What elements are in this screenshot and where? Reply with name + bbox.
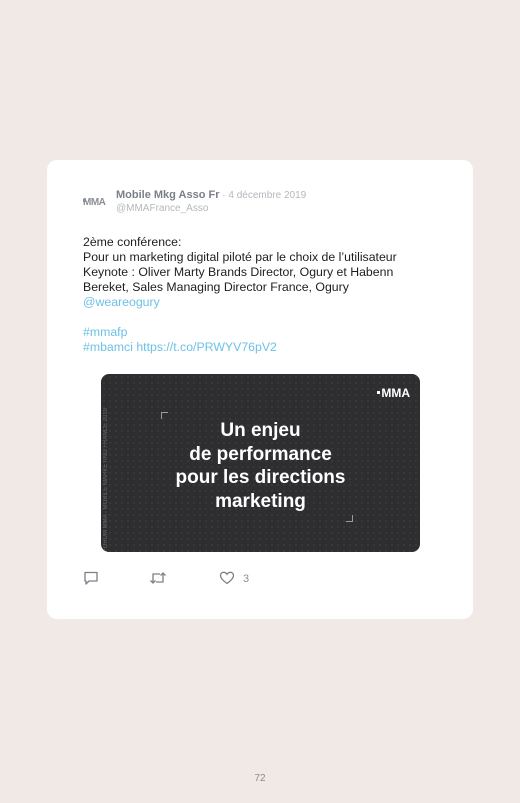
url-link[interactable]: https://t.co/PRWYV76pV2: [136, 340, 277, 354]
tweet-date[interactable]: · 4 décembre 2019: [220, 190, 306, 201]
heart-icon[interactable]: [219, 570, 235, 588]
tweet-header: MMA Mobile Mkg Asso Fr · 4 décembre 2019…: [83, 189, 443, 219]
headline-line: de performance: [189, 443, 332, 465]
tweet-actions: 3: [83, 570, 383, 590]
like-count: 3: [243, 573, 250, 585]
tweet-line: 2ème conférence:: [83, 235, 182, 249]
user-handle[interactable]: @MMAFrance_Asso: [116, 203, 208, 214]
tweet-line: Bereket, Sales Managing Director France,…: [83, 280, 349, 294]
headline-line: marketing: [215, 490, 306, 512]
headline-line: Un enjeu: [220, 420, 301, 441]
display-name[interactable]: Mobile Mkg Asso Fr: [116, 189, 220, 201]
mma-logo: MMA: [377, 386, 410, 400]
mention-link[interactable]: @weareogury: [83, 295, 160, 309]
page-number: 72: [254, 773, 266, 784]
hashtag-link[interactable]: #mbamci: [83, 340, 133, 354]
tweet-line: Pour un marketing digital piloté par le …: [83, 250, 397, 264]
tweet-text: 2ème conférence: Pour un marketing digit…: [83, 235, 433, 355]
headline-line: pour les directions: [175, 467, 346, 488]
tweet-line: Keynote : Oliver Marty Brands Director, …: [83, 265, 394, 279]
retweet-icon[interactable]: [149, 570, 167, 588]
hashtag-link[interactable]: #mmafp: [83, 325, 127, 339]
author-line: Mobile Mkg Asso Fr · 4 décembre 2019: [116, 189, 306, 201]
avatar[interactable]: MMA: [83, 196, 111, 210]
reply-icon[interactable]: [83, 570, 99, 588]
corner-bracket-icon: [346, 515, 353, 522]
tweet-card: MMA Mobile Mkg Asso Fr · 4 décembre 2019…: [47, 160, 473, 619]
tweet-media-image[interactable]: FORUM MMA - MOBILE MARKETING FRANCE 2019…: [101, 374, 420, 552]
media-headline: Un enjeu de performance pour les directi…: [101, 419, 420, 513]
corner-bracket-icon: [161, 412, 168, 419]
